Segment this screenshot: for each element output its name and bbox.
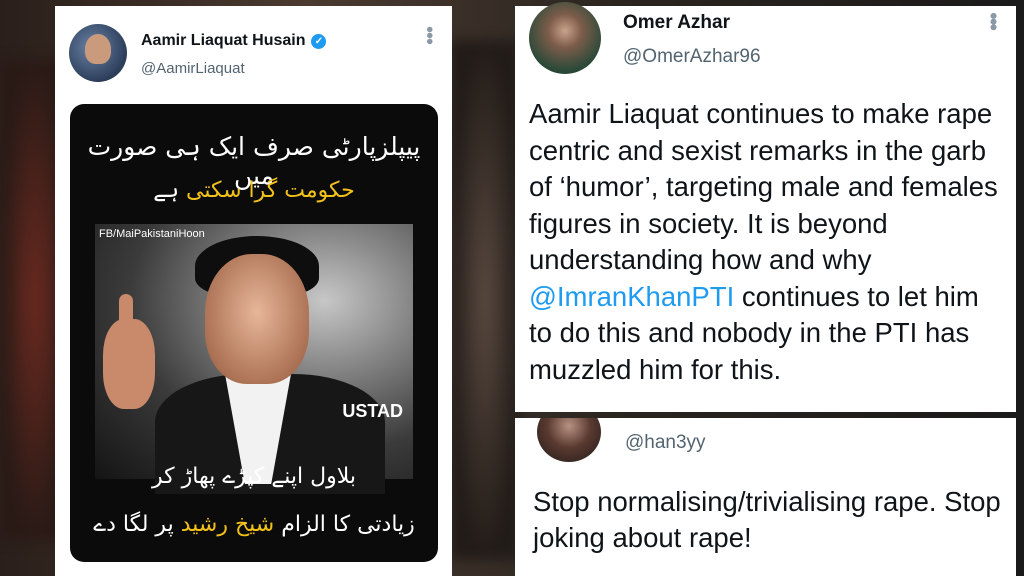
meme-highlight-text: حکومت گرا سکتی <box>186 178 355 203</box>
meme-caption: USTAD <box>342 401 403 421</box>
tweet-text: Stop normalising/trivialising rape. Stop… <box>533 486 1001 553</box>
user-handle[interactable]: @AamirLiaquat <box>141 60 245 77</box>
meme-text-line-3: بلاول اپنے کپڑے پھاڑ کر <box>152 464 356 489</box>
name-row: Aamir Liaquat Husain ✓ <box>141 32 327 50</box>
meme-watermark: FB/MaiPakistaniHoon <box>99 228 205 240</box>
meme-text: زیادتی کا الزام <box>281 512 415 537</box>
tweet-card-aamir: Aamir Liaquat Husain ✓ @AamirLiaquat •••… <box>55 6 452 576</box>
avatar[interactable] <box>529 2 601 74</box>
tweet-text-part: Aamir Liaquat continues to make rape cen… <box>529 98 998 275</box>
meme-highlight-text: شیخ رشید <box>180 512 275 537</box>
meme-photo: FB/MaiPakistaniHoon USTAD <box>95 224 413 494</box>
meme-text: پر لگا دے <box>93 512 174 537</box>
meme-text-line-4: زیادتی کا الزام شیخ رشید پر لگا دے <box>70 512 438 537</box>
user-handle[interactable]: @han3yy <box>625 432 706 454</box>
tweet-card-han3yy: @han3yy Stop normalising/trivialising ra… <box>515 418 1016 576</box>
meme-text-line-2: حکومت گرا سکتی ہے <box>70 178 438 203</box>
avatar[interactable] <box>69 24 127 82</box>
mention-link[interactable]: @ImranKhanPTI <box>529 281 734 312</box>
meme-text: ہے <box>153 178 179 203</box>
tweet-header: Aamir Liaquat Husain ✓ @AamirLiaquat ••• <box>69 20 440 90</box>
display-name[interactable]: Aamir Liaquat Husain <box>141 32 305 50</box>
display-name[interactable]: Omer Azhar <box>623 12 730 34</box>
photo-face <box>205 254 309 384</box>
more-options-icon[interactable]: ••• <box>981 12 1006 29</box>
verified-badge-icon: ✓ <box>311 33 327 49</box>
avatar[interactable] <box>537 418 601 462</box>
user-handle[interactable]: @OmerAzhar96 <box>623 46 761 68</box>
tweet-card-omer: Omer Azhar @OmerAzhar96 ••• Aamir Liaqua… <box>515 2 1016 412</box>
tweet-text: Aamir Liaquat continues to make rape cen… <box>529 96 1009 388</box>
meme-image[interactable]: پیپلزپارٹی صرف ایک ہی صورت میں حکومت گرا… <box>70 104 438 562</box>
more-options-icon[interactable]: ••• <box>418 26 440 44</box>
photo-hand <box>103 319 155 409</box>
background-blur-middle <box>450 40 520 560</box>
